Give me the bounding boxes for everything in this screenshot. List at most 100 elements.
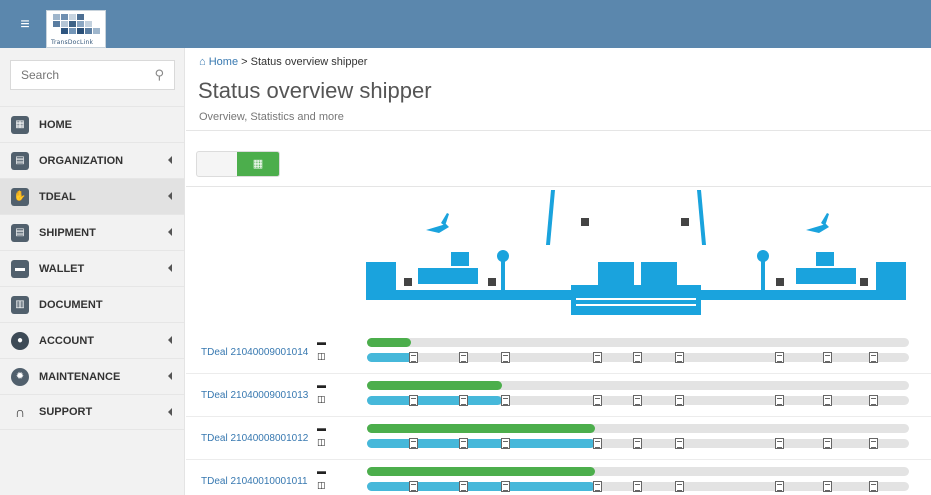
- document-track: [367, 395, 909, 406]
- breadcrumb-home[interactable]: ⌂ Home: [199, 56, 238, 68]
- document-progress-fill: [367, 396, 502, 405]
- deal-link[interactable]: TDeal 21040009001014: [201, 347, 308, 358]
- search-input[interactable]: [11, 61, 141, 89]
- caret-left-icon: [168, 192, 172, 200]
- folder-icon: ▬: [317, 380, 326, 390]
- progress-track: [367, 338, 909, 347]
- document-icon[interactable]: [775, 395, 784, 406]
- document-icon[interactable]: [633, 395, 642, 406]
- progress-fill: [367, 381, 502, 390]
- logo[interactable]: TransDocLink: [46, 10, 106, 48]
- document-icon[interactable]: [869, 395, 878, 406]
- sidebar-item-label: MAINTENANCE: [39, 370, 121, 383]
- document-icon[interactable]: [675, 438, 684, 449]
- row-divider: [186, 416, 931, 417]
- breadcrumb-separator: >: [241, 56, 251, 68]
- document-icon[interactable]: [501, 481, 510, 492]
- user-icon: ●: [11, 331, 29, 350]
- transfer-icon: ◫: [317, 437, 326, 447]
- document-icon: ▥: [11, 295, 29, 314]
- document-icon[interactable]: [823, 481, 832, 492]
- sidebar-item-support[interactable]: ∩ SUPPORT: [0, 394, 184, 430]
- progress-fill: [367, 467, 595, 476]
- gear-icon: ✹: [11, 367, 29, 386]
- document-icon[interactable]: [869, 481, 878, 492]
- grid-icon[interactable]: ▦: [237, 152, 279, 176]
- view-toggle[interactable]: ▦: [196, 151, 280, 177]
- document-icon[interactable]: [409, 481, 418, 492]
- document-icon[interactable]: [593, 352, 602, 363]
- sidebar-item-document[interactable]: ▥ DOCUMENT: [0, 286, 184, 322]
- search-icon[interactable]: ⚲: [154, 67, 164, 83]
- sidebar-item-shipment[interactable]: ▤ SHIPMENT: [0, 214, 184, 250]
- document-icon[interactable]: [823, 438, 832, 449]
- document-icon[interactable]: [675, 352, 684, 363]
- document-icon[interactable]: [593, 438, 602, 449]
- document-icon[interactable]: [501, 395, 510, 406]
- document-icon[interactable]: [675, 395, 684, 406]
- progress-fill: [367, 424, 595, 433]
- wallet-icon: ▬: [11, 259, 29, 278]
- document-icon[interactable]: [675, 481, 684, 492]
- sidebar-item-tdeal[interactable]: ✋ TDEAL: [0, 178, 184, 214]
- document-track: [367, 352, 909, 363]
- document-icon[interactable]: [459, 395, 468, 406]
- document-icon[interactable]: [501, 352, 510, 363]
- progress-fill: [367, 338, 411, 347]
- sidebar-item-label: SUPPORT: [39, 406, 93, 418]
- deal-link[interactable]: TDeal 21040008001012: [201, 433, 308, 444]
- document-icon[interactable]: [593, 481, 602, 492]
- document-icon[interactable]: [775, 438, 784, 449]
- progress-track: [367, 424, 909, 433]
- document-icon[interactable]: [869, 352, 878, 363]
- hamburger-icon[interactable]: ≡: [14, 14, 36, 36]
- document-icon[interactable]: [409, 395, 418, 406]
- document-icon[interactable]: [869, 438, 878, 449]
- document-icon[interactable]: [409, 352, 418, 363]
- document-track: [367, 438, 909, 449]
- sidebar-item-label: DOCUMENT: [39, 298, 103, 311]
- top-bar: ≡ TransDocLink: [0, 0, 931, 48]
- caret-left-icon: [168, 336, 172, 344]
- document-icon[interactable]: [633, 352, 642, 363]
- document-icon[interactable]: [775, 352, 784, 363]
- sidebar-item-maintenance[interactable]: ✹ MAINTENANCE: [0, 358, 184, 394]
- document-icon[interactable]: [775, 481, 784, 492]
- organization-icon: ▤: [11, 151, 29, 170]
- caret-left-icon: [168, 372, 172, 380]
- document-track: [367, 481, 909, 492]
- breadcrumb-home-label: Home: [208, 56, 239, 68]
- sidebar-item-label: ORGANIZATION: [39, 154, 124, 167]
- document-icon[interactable]: [409, 438, 418, 449]
- document-icon[interactable]: [459, 352, 468, 363]
- document-icon[interactable]: [823, 352, 832, 363]
- sidebar-item-account[interactable]: ● ACCOUNT: [0, 322, 184, 358]
- document-icon[interactable]: [459, 481, 468, 492]
- page-title: Status overview shipper: [198, 78, 432, 103]
- sidebar-item-label: HOME: [39, 118, 72, 131]
- progress-track: [367, 467, 909, 476]
- document-icon[interactable]: [633, 438, 642, 449]
- document-icon[interactable]: [501, 438, 510, 449]
- document-icon[interactable]: [823, 395, 832, 406]
- progress-track: [367, 381, 909, 390]
- document-progress-fill: [367, 482, 595, 491]
- row-divider: [186, 459, 931, 460]
- deal-link[interactable]: TDeal 21040010001011: [201, 476, 308, 487]
- logo-text: TransDocLink: [51, 39, 94, 46]
- sidebar-item-organization[interactable]: ▤ ORGANIZATION: [0, 142, 184, 178]
- port-illustration: [366, 190, 906, 320]
- document-icon[interactable]: [459, 438, 468, 449]
- folder-icon: ▬: [317, 337, 326, 347]
- caret-left-icon: [168, 228, 172, 236]
- sidebar-item-wallet[interactable]: ▬ WALLET: [0, 250, 184, 286]
- folder-icon: ▬: [317, 466, 326, 476]
- search-box: ⚲: [10, 60, 175, 90]
- deal-link[interactable]: TDeal 21040009001013: [201, 390, 308, 401]
- document-icon[interactable]: [593, 395, 602, 406]
- transfer-icon: ◫: [317, 394, 326, 404]
- sidebar-item-home[interactable]: ▦ HOME: [0, 106, 184, 142]
- home-icon: ⌂: [199, 56, 206, 68]
- handshake-icon: ✋: [11, 187, 29, 206]
- document-icon[interactable]: [633, 481, 642, 492]
